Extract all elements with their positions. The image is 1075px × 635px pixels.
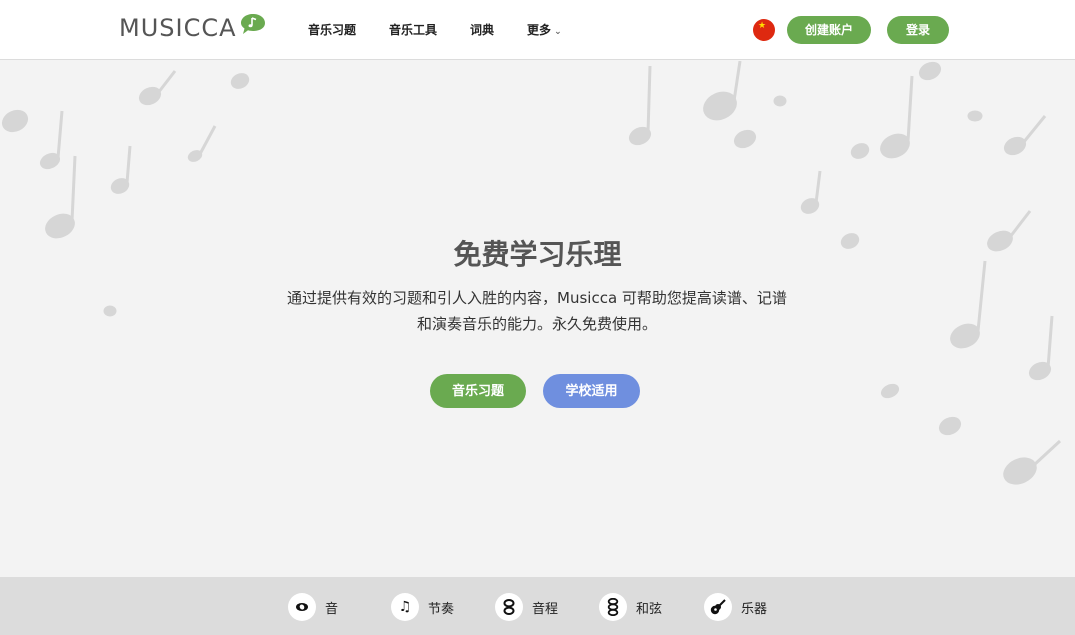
logo-text: MUSICCA	[119, 14, 237, 42]
topic-label: 音程	[532, 601, 559, 617]
hero-description: 通过提供有效的习题和引人入胜的内容，Musicca 可帮助您提高读谱、记谱和演奏…	[287, 289, 787, 333]
topic-instruments[interactable]: 乐器	[704, 593, 767, 621]
for-schools-button[interactable]: 学校适用	[543, 374, 640, 408]
topic-rhythm[interactable]: ♫ 节奏	[391, 593, 454, 621]
site-header: MUSICCA 音乐习题 音乐工具 词典 更多 ⌄ ★ 创建账户 登录	[0, 0, 1075, 60]
china-flag-icon[interactable]: ★	[753, 19, 775, 41]
topic-label: 和弦	[636, 601, 663, 617]
nav-item-more[interactable]: 更多 ⌄	[527, 21, 562, 38]
speech-bubble-note-icon	[240, 14, 265, 34]
guitar-icon	[704, 593, 732, 621]
hero-section: 免费学习乐理 通过提供有效的习题和引人入胜的内容，Musicca 可帮助您提高读…	[0, 61, 1075, 577]
topic-chords[interactable]: 和弦	[599, 593, 662, 621]
chevron-down-icon: ⌄	[554, 27, 562, 37]
nav-item-music-tools[interactable]: 音乐工具	[389, 21, 437, 38]
musicca-logo[interactable]: MUSICCA	[119, 14, 266, 42]
music-exercises-button[interactable]: 音乐习题	[430, 374, 526, 408]
interval-icon	[495, 593, 523, 621]
topic-bar: 音 ♫ 节奏 音程 和弦 乐器	[0, 577, 1075, 635]
flag-star-icon: ★	[758, 21, 767, 31]
topic-label: 乐器	[741, 601, 768, 617]
main-nav: 音乐习题 音乐工具 词典 更多 ⌄	[308, 21, 595, 38]
whole-note-icon	[288, 593, 316, 621]
topic-intervals[interactable]: 音程	[495, 593, 558, 621]
hero-title: 免费学习乐理	[453, 238, 622, 271]
login-button[interactable]: 登录	[887, 16, 949, 44]
topic-notes[interactable]: 音	[288, 593, 338, 621]
beamed-notes-icon: ♫	[391, 593, 419, 621]
topic-label: 节奏	[428, 601, 455, 617]
chord-icon	[599, 593, 627, 621]
nav-item-dictionary[interactable]: 词典	[470, 21, 494, 38]
topic-label: 音	[325, 601, 339, 617]
create-account-button[interactable]: 创建账户	[787, 16, 871, 44]
nav-item-music-exercises[interactable]: 音乐习题	[308, 21, 356, 38]
